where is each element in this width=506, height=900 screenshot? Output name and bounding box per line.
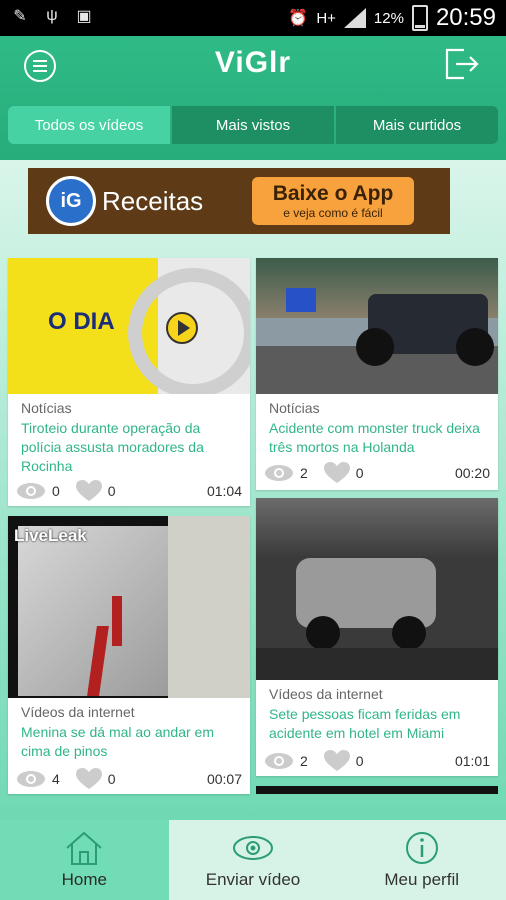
- ad-cta-button[interactable]: Baixe o App e veja como é fácil: [252, 177, 414, 225]
- ad-cta-line2: e veja como é fácil: [283, 206, 383, 220]
- video-meta: 0 0 01:04: [16, 480, 242, 502]
- video-thumbnail[interactable]: O DIA: [8, 258, 250, 394]
- nav-send-video-label: Enviar vídeo: [205, 870, 301, 889]
- bottom-nav: Home Enviar vídeo Meu perfil: [0, 820, 506, 900]
- likes-count: 0: [107, 483, 116, 499]
- video-card[interactable]: Vídeos da internet Sete pessoas ficam fe…: [256, 498, 498, 776]
- nav-send-video[interactable]: Enviar vídeo: [168, 820, 338, 900]
- app-logo: ViGlr: [214, 46, 292, 79]
- ig-logo: iG: [46, 176, 96, 226]
- status-bar: ✎ ψ ▣ ⏰ H+ 12% 20:59: [0, 0, 506, 36]
- thumb-logo-text: O DIA: [48, 308, 115, 335]
- battery-percent: 12%: [373, 9, 404, 27]
- video-thumbnail[interactable]: LiveLeak: [8, 516, 250, 698]
- play-icon[interactable]: [166, 312, 198, 344]
- nav-profile[interactable]: Meu perfil: [337, 820, 506, 900]
- liveleak-watermark: LiveLeak: [14, 526, 87, 545]
- video-category: Notícias: [269, 400, 320, 416]
- tab-all-videos[interactable]: Todos os vídeos: [8, 106, 170, 144]
- video-duration: 01:01: [454, 753, 490, 769]
- image-icon: ▣: [76, 8, 92, 25]
- views-icon: [17, 483, 45, 499]
- video-feed: iG Receitas Baixe o App e veja como é fá…: [0, 160, 506, 820]
- network-type: H+: [316, 9, 336, 27]
- video-title[interactable]: Tiroteio durante operação da polícia ass…: [21, 419, 242, 476]
- app-bar: ViGlr Todos os vídeos Mais vistos Mais c…: [0, 36, 506, 160]
- views-icon: [17, 771, 45, 787]
- signal-icon: [343, 8, 366, 28]
- video-meta: 2 0 00:20: [264, 462, 490, 484]
- video-thumbnail[interactable]: [256, 258, 498, 394]
- nav-profile-label: Meu perfil: [384, 870, 459, 889]
- views-count: 2: [300, 753, 308, 769]
- likes-count: 0: [107, 771, 116, 787]
- next-card-peek: [256, 786, 498, 794]
- video-card[interactable]: Notícias Acidente com monster truck deix…: [256, 258, 498, 490]
- info-icon: [405, 832, 438, 864]
- home-icon: [66, 831, 102, 865]
- video-title[interactable]: Menina se dá mal ao andar em cima de pin…: [21, 723, 242, 761]
- eye-icon: [233, 836, 273, 860]
- like-icon[interactable]: [323, 462, 350, 484]
- usb-icon: ψ: [46, 7, 58, 24]
- video-card[interactable]: O DIA Notícias Tiroteio durante operação…: [8, 258, 250, 506]
- tab-most-liked[interactable]: Mais curtidos: [336, 106, 498, 144]
- ad-banner[interactable]: iG Receitas Baixe o App e veja como é fá…: [28, 168, 450, 234]
- video-duration: 01:04: [206, 483, 242, 499]
- views-icon: [265, 465, 293, 481]
- likes-count: 0: [355, 753, 364, 769]
- video-meta: 2 0 01:01: [264, 750, 490, 772]
- logout-icon[interactable]: [444, 48, 480, 80]
- views-icon: [265, 753, 293, 769]
- ad-cta-line1: Baixe o App: [272, 182, 394, 205]
- nav-home-label: Home: [61, 870, 108, 889]
- tab-bar: Todos os vídeos Mais vistos Mais curtido…: [8, 106, 498, 144]
- like-icon[interactable]: [75, 768, 102, 790]
- tab-most-viewed[interactable]: Mais vistos: [172, 106, 334, 144]
- views-count: 0: [52, 483, 60, 499]
- video-duration: 00:07: [206, 771, 242, 787]
- video-category: Notícias: [21, 400, 72, 416]
- video-duration: 00:20: [454, 465, 490, 481]
- views-count: 4: [52, 771, 60, 787]
- alarm-icon: ⏰: [288, 10, 309, 27]
- views-count: 2: [300, 465, 308, 481]
- video-category: Vídeos da internet: [269, 686, 383, 702]
- clock: 20:59: [435, 4, 496, 31]
- video-meta: 4 0 00:07: [16, 768, 242, 790]
- video-title[interactable]: Sete pessoas ficam feridas em acidente e…: [269, 705, 490, 743]
- like-icon[interactable]: [75, 480, 102, 502]
- battery-icon: [411, 5, 428, 31]
- nav-home[interactable]: Home: [0, 820, 169, 900]
- video-thumbnail[interactable]: [256, 498, 498, 680]
- ad-brand: Receitas: [102, 185, 204, 216]
- video-title[interactable]: Acidente com monster truck deixa três mo…: [269, 419, 490, 457]
- likes-count: 0: [355, 465, 364, 481]
- video-category: Vídeos da internet: [21, 704, 135, 720]
- like-icon[interactable]: [323, 750, 350, 772]
- broom-icon: ✎: [13, 8, 27, 25]
- video-card[interactable]: LiveLeak Vídeos da internet Menina se dá…: [8, 516, 250, 794]
